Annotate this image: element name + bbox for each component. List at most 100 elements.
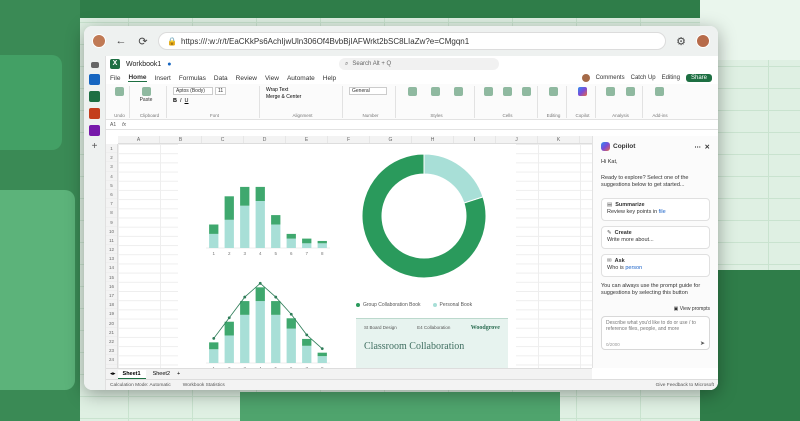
column-header-K[interactable]: K bbox=[538, 136, 580, 143]
workbook-title[interactable]: Workbook1 bbox=[126, 61, 161, 68]
menu-data[interactable]: Data bbox=[214, 75, 228, 82]
calc-mode[interactable]: Calculation Mode: Automatic bbox=[110, 383, 171, 388]
row-header-23[interactable]: 23 bbox=[106, 346, 117, 356]
row-header-3[interactable]: 3 bbox=[106, 162, 117, 172]
back-icon[interactable]: ← bbox=[114, 35, 128, 47]
row-header-20[interactable]: 20 bbox=[106, 319, 117, 328]
copilot-prompt-input[interactable]: Describe what you'd like to do or use / … bbox=[601, 315, 710, 350]
autosave-icon[interactable]: ● bbox=[167, 61, 171, 68]
suggestion-ask[interactable]: ✉ Ask Who is person bbox=[601, 253, 710, 277]
column-header-B[interactable]: B bbox=[160, 136, 202, 143]
column-header-G[interactable]: G bbox=[370, 136, 412, 143]
close-icon[interactable]: ✕ bbox=[705, 144, 710, 151]
row-header-8[interactable]: 8 bbox=[106, 208, 117, 218]
clean-data-button[interactable] bbox=[602, 87, 619, 96]
browser-profile-avatar[interactable] bbox=[696, 34, 710, 48]
formula-input[interactable] bbox=[132, 121, 714, 128]
row-header-19[interactable]: 19 bbox=[106, 309, 117, 319]
onenote-icon[interactable] bbox=[89, 125, 100, 136]
editing-tools-button[interactable] bbox=[544, 87, 563, 96]
column-header-E[interactable]: E bbox=[286, 136, 328, 143]
row-header-5[interactable]: 5 bbox=[106, 181, 117, 190]
row-header-4[interactable]: 4 bbox=[106, 172, 117, 181]
suggestion-link[interactable]: file bbox=[659, 209, 666, 215]
collaborator-avatar[interactable] bbox=[581, 74, 590, 82]
format-cells-button[interactable] bbox=[518, 87, 534, 96]
row-header-12[interactable]: 12 bbox=[106, 245, 117, 255]
insert-cells-button[interactable] bbox=[481, 87, 497, 96]
donut-chart[interactable] bbox=[346, 144, 516, 294]
analyze-data-button[interactable] bbox=[622, 87, 639, 96]
add-sheet-icon[interactable]: + bbox=[177, 371, 180, 377]
row-header-21[interactable]: 21 bbox=[106, 328, 117, 337]
editing-button[interactable]: Editing bbox=[662, 75, 680, 81]
column-header-C[interactable]: C bbox=[202, 136, 244, 143]
add-app-icon[interactable]: + bbox=[89, 142, 100, 153]
suggestion-summarize[interactable]: ▤ Summarize Review key points in file bbox=[601, 198, 710, 221]
font-name-select[interactable]: Aptos (Body) bbox=[173, 87, 213, 95]
more-options-icon[interactable]: ⋯ bbox=[694, 144, 701, 151]
column-header-F[interactable]: F bbox=[328, 136, 370, 143]
row-header-11[interactable]: 11 bbox=[106, 236, 117, 246]
menu-insert[interactable]: Insert bbox=[155, 75, 171, 82]
menu-home[interactable]: Home bbox=[128, 74, 147, 82]
suggestion-link[interactable]: person bbox=[625, 265, 642, 271]
menu-help[interactable]: Help bbox=[323, 75, 336, 82]
menu-view[interactable]: View bbox=[265, 75, 279, 82]
row-header-14[interactable]: 14 bbox=[106, 263, 117, 273]
menu-automate[interactable]: Automate bbox=[287, 75, 315, 82]
sheet-tab-2[interactable]: Sheet2 bbox=[148, 370, 175, 378]
column-header-A[interactable]: A bbox=[118, 136, 160, 143]
row-header-9[interactable]: 9 bbox=[106, 218, 117, 227]
number-format-select[interactable]: General bbox=[349, 87, 387, 95]
delete-cells-button[interactable] bbox=[500, 87, 516, 96]
menu-formulas[interactable]: Formulas bbox=[179, 75, 206, 82]
row-header-24[interactable]: 24 bbox=[106, 355, 117, 365]
row-header-17[interactable]: 17 bbox=[106, 291, 117, 301]
column-header-H[interactable]: H bbox=[412, 136, 454, 143]
column-header-J[interactable]: J bbox=[496, 136, 538, 143]
styles-button[interactable] bbox=[448, 87, 468, 96]
font-size-select[interactable]: 11 bbox=[215, 87, 227, 95]
get-addins-button[interactable] bbox=[649, 87, 669, 96]
column-header-I[interactable]: I bbox=[454, 136, 496, 143]
menu-review[interactable]: Review bbox=[236, 75, 257, 82]
settings-icon[interactable]: ⚙ bbox=[674, 35, 688, 48]
paste-button[interactable]: Paste bbox=[136, 87, 156, 103]
workbook-stats[interactable]: Workbook Statistics bbox=[183, 383, 225, 388]
menu-icon[interactable] bbox=[90, 62, 99, 68]
row-header-15[interactable]: 15 bbox=[106, 273, 117, 282]
share-button[interactable]: Share bbox=[685, 74, 712, 82]
profile-avatar[interactable] bbox=[92, 34, 106, 48]
column-header-D[interactable]: D bbox=[244, 136, 286, 143]
comments-button[interactable]: Comments bbox=[596, 75, 625, 81]
powerpoint-icon[interactable] bbox=[89, 108, 100, 119]
search-box[interactable]: ⌕ Search Alt + Q bbox=[339, 58, 499, 70]
copilot-ribbon-button[interactable] bbox=[573, 87, 592, 96]
outlook-icon[interactable] bbox=[89, 74, 100, 85]
row-header-18[interactable]: 18 bbox=[106, 300, 117, 310]
spreadsheet-grid[interactable]: ABCDEFGHIJKLM 12345678910111213141516171… bbox=[106, 136, 674, 368]
bold-icon[interactable]: B bbox=[173, 98, 177, 104]
row-header-6[interactable]: 6 bbox=[106, 190, 117, 200]
sheet-tab-1[interactable]: Sheet1 bbox=[117, 369, 146, 379]
undo-button[interactable] bbox=[113, 87, 126, 96]
bar-chart-top[interactable]: 1 2 3 4 5 6 7 8 bbox=[178, 144, 346, 262]
suggestion-create[interactable]: ✎ Create Write more about... bbox=[601, 225, 710, 249]
merge-center-button[interactable]: Merge & Center bbox=[266, 94, 301, 100]
conditional-formatting-button[interactable] bbox=[402, 87, 422, 96]
menu-file[interactable]: File bbox=[110, 75, 120, 82]
catch-up-button[interactable]: Catch Up bbox=[631, 75, 656, 81]
row-header-7[interactable]: 7 bbox=[106, 199, 117, 209]
row-header-22[interactable]: 22 bbox=[106, 337, 117, 347]
format-as-table-button[interactable] bbox=[425, 87, 445, 96]
row-header-2[interactable]: 2 bbox=[106, 153, 117, 163]
row-header-1[interactable]: 1 bbox=[106, 144, 117, 154]
sheet-nav-icon[interactable]: ◂▸ bbox=[110, 371, 116, 377]
name-box[interactable]: A1 bbox=[110, 122, 116, 128]
row-header-10[interactable]: 10 bbox=[106, 227, 117, 236]
wrap-text-button[interactable]: Wrap Text bbox=[266, 87, 288, 93]
send-icon[interactable]: ➤ bbox=[700, 340, 705, 347]
row-header-13[interactable]: 13 bbox=[106, 254, 117, 264]
underline-icon[interactable]: U bbox=[185, 98, 189, 104]
